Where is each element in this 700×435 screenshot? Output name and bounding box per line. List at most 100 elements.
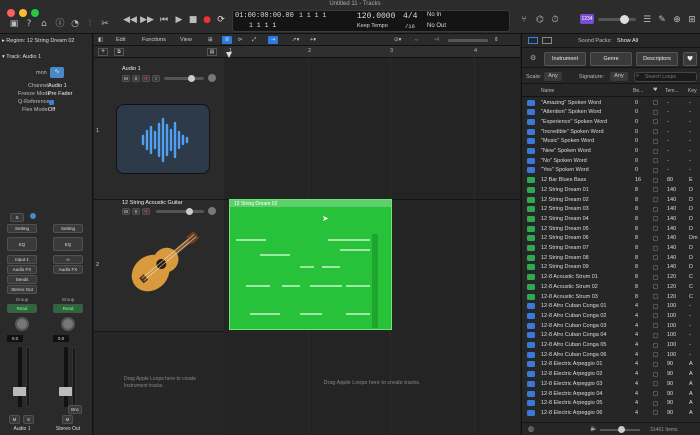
region-view-icon[interactable]: ≣ [222, 36, 232, 44]
loop-list-item[interactable]: "Experience" Spoken Word 0 - - [522, 117, 700, 127]
favorite-checkbox[interactable] [653, 187, 658, 193]
loop-list-item[interactable]: "New" Spoken Word 0 - - [522, 147, 700, 157]
loop-list-item[interactable]: 12 String Dream 05 8 140 D [522, 224, 700, 234]
track-mute-button[interactable]: M [122, 75, 130, 82]
favorite-checkbox[interactable] [653, 206, 658, 212]
track-record-button[interactable]: R [142, 208, 150, 215]
automation-read-button[interactable]: Read [53, 304, 83, 313]
column-view-icon[interactable] [542, 37, 552, 44]
favorites-heart-icon[interactable]: ♥ [683, 52, 697, 66]
favorite-checkbox[interactable] [653, 158, 658, 164]
favorite-checkbox[interactable] [653, 294, 658, 299]
tab-instrument[interactable]: Instrument [544, 52, 586, 66]
favorite-checkbox[interactable] [653, 235, 658, 241]
loop-list-item[interactable]: 12 String Dream 04 8 140 D [522, 214, 700, 224]
favorite-checkbox[interactable] [653, 177, 658, 183]
loop-list-item[interactable]: 12-8 Acoustic Strum 03 8 120 C [522, 292, 700, 302]
favorite-checkbox[interactable] [653, 167, 658, 173]
zoom-window-button[interactable] [31, 9, 39, 17]
lcd-display[interactable]: 01:00:00:00.00 1 1 1 1 1 1 1 1 120.0000 … [232, 10, 510, 32]
pan-knob[interactable] [61, 317, 75, 331]
favorite-checkbox[interactable] [653, 264, 658, 270]
audio-fx-slot[interactable]: Audio FX [53, 265, 83, 274]
loop-list-item[interactable]: 12-8 Electric Arpeggio 01 4 90 A [522, 360, 700, 370]
track-pan-knob[interactable] [208, 207, 216, 215]
toolbar-icon[interactable]: ⌂ [37, 18, 51, 30]
loop-list-item[interactable]: 12-8 Electric Arpeggio 02 4 90 A [522, 370, 700, 380]
track-input-monitor-button[interactable]: I [152, 75, 160, 82]
loop-list-item[interactable]: 12-8 Acoustic Strum 02 8 120 C [522, 282, 700, 292]
loop-list-item[interactable]: 12 String Dream 07 8 140 D [522, 244, 700, 254]
volume-fader[interactable] [13, 347, 27, 407]
freeze-mode-value[interactable]: Pre Fader [48, 91, 72, 97]
favorite-checkbox[interactable] [653, 148, 658, 154]
loop-search-input[interactable]: Search Loops [634, 72, 697, 82]
track-header-1[interactable]: 1 Audio 1 M S R I [94, 58, 224, 200]
favorite-checkbox[interactable] [653, 352, 658, 358]
tab-genre[interactable]: Genre [590, 52, 632, 66]
add-track-button[interactable]: + [98, 48, 108, 56]
browsers-icon[interactable]: ⊞ [685, 14, 699, 26]
count-in-icon[interactable]: ⌬ [533, 14, 547, 26]
favorite-checkbox[interactable] [653, 255, 658, 261]
editors-icon[interactable]: ✂ [98, 18, 112, 30]
favorite-checkbox[interactable] [653, 109, 658, 115]
mute-button[interactable]: M [9, 415, 20, 424]
column-favorite-heart-icon[interactable]: ♥ [653, 87, 657, 93]
strip-setting-button[interactable]: Setting [7, 224, 37, 233]
column-tempo[interactable]: Tem... [665, 88, 679, 94]
loop-list-item[interactable]: "Music" Spoken Word 0 - - [522, 137, 700, 147]
loop-list-item[interactable]: 12-8 Acoustic Strum 01 8 120 C [522, 273, 700, 283]
tab-descriptors[interactable]: Descriptors [636, 52, 678, 66]
catch-icon[interactable]: ⇥ [268, 36, 278, 44]
tracks-area[interactable]: 12 String Dream 02 ➤ Drag Apple Loops he… [224, 58, 520, 435]
vertical-zoom-icon[interactable]: ⇕ [494, 36, 499, 44]
loop-list-item[interactable]: 12-8 Afro Cuban Conga 03 4 100 - [522, 321, 700, 331]
favorite-checkbox[interactable] [653, 342, 658, 348]
track-name[interactable]: 12 String Acoustic Guitar [122, 200, 183, 206]
automation-icon[interactable]: ⤢ [252, 36, 256, 44]
track-volume-slider[interactable] [164, 75, 204, 82]
loop-list-item[interactable]: "Yes" Spoken Word 0 - - [522, 166, 700, 176]
favorite-checkbox[interactable] [653, 274, 658, 280]
favorite-checkbox[interactable] [653, 226, 658, 232]
preview-volume-icon[interactable]: ◍ [528, 425, 534, 433]
track-volume-slider[interactable] [156, 208, 204, 215]
audio-fx-slot[interactable]: Audio FX [7, 265, 37, 274]
channel-value[interactable]: Audio 1 [48, 83, 67, 89]
view-menu[interactable]: View [180, 36, 192, 44]
loop-list-item[interactable]: 12-8 Afro Cuban Conga 06 4 100 - [522, 350, 700, 360]
duplicate-track-icon[interactable]: ⧉ [114, 48, 124, 56]
loop-list-item[interactable]: "Incredible" Spoken Word 0 - - [522, 127, 700, 137]
eq-thumbnail[interactable]: EQ [7, 237, 37, 251]
loop-list-item[interactable]: 12-8 Electric Arpeggio 06 4 90 A [522, 408, 700, 418]
region-inspector-header[interactable]: ▸ Region: 12 String Dream 02 [2, 38, 74, 44]
smart-controls-icon[interactable]: ◔ [68, 18, 82, 30]
timeline-ruler[interactable]: 1 2 3 4 [224, 46, 520, 58]
loop-list-item[interactable]: 12-8 Electric Arpeggio 05 4 90 A [522, 399, 700, 409]
go-to-beginning-icon[interactable]: ⏮ [157, 14, 171, 26]
favorite-checkbox[interactable] [653, 332, 658, 338]
track-lane-1[interactable] [224, 58, 520, 200]
automation-read-button[interactable]: Read [7, 304, 37, 313]
favorite-checkbox[interactable] [653, 303, 658, 309]
input-monitor-icon[interactable] [30, 213, 36, 219]
track-pan-knob[interactable] [208, 74, 216, 82]
global-tracks-icon[interactable]: ▤ [207, 48, 217, 56]
bounce-button[interactable]: Bnc [68, 405, 82, 414]
waveform-zoom-icon[interactable]: ⇔ [414, 36, 420, 44]
snap-icon[interactable]: ⊳ [238, 36, 243, 44]
q-reference-checkbox[interactable] [49, 100, 54, 105]
favorite-checkbox[interactable] [653, 313, 658, 319]
track-header-2[interactable]: 2 12 String Acoustic Guitar M S R [94, 200, 224, 332]
eq-thumbnail[interactable]: EQ [53, 237, 83, 251]
track-name[interactable]: Audio 1 [122, 66, 141, 72]
sends-slot[interactable]: Sends [7, 275, 37, 284]
loop-list-item[interactable]: 12-8 Electric Arpeggio 03 4 90 A [522, 379, 700, 389]
favorite-checkbox[interactable] [653, 371, 658, 377]
edit-menu[interactable]: Edit [116, 36, 125, 44]
mute-button[interactable]: M [62, 415, 73, 424]
list-editors-icon[interactable]: ☰ [640, 14, 654, 26]
add-tool-icon[interactable]: +▾ [310, 36, 316, 44]
favorite-checkbox[interactable] [653, 138, 658, 144]
